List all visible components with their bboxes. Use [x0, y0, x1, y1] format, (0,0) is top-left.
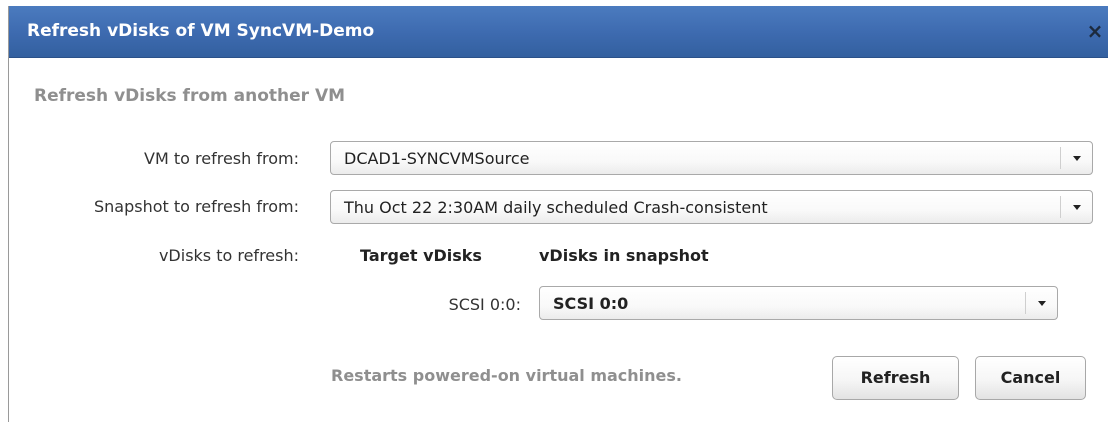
snapshot-label: Snapshot to refresh from: [94, 197, 299, 216]
disk-row-target: SCSI 0:0: [448, 295, 521, 314]
close-icon[interactable]: × [1085, 20, 1105, 42]
vdisks-in-snapshot-header: vDisks in snapshot [539, 246, 709, 265]
snapshot-select-value: Thu Oct 22 2:30AM daily scheduled Crash-… [344, 198, 768, 217]
restart-note: Restarts powered-on virtual machines. [331, 366, 683, 385]
refresh-button[interactable]: Refresh [832, 356, 959, 400]
target-vdisks-header: Target vDisks [360, 246, 482, 265]
section-heading: Refresh vDisks from another VM [34, 86, 346, 106]
chevron-down-icon [1073, 205, 1081, 210]
vdisks-label: vDisks to refresh: [158, 246, 299, 265]
snapshot-select-arrow-box [1060, 196, 1092, 218]
cancel-button[interactable]: Cancel [975, 356, 1086, 400]
disk-row-snapshot-select[interactable]: SCSI 0:0 [539, 286, 1058, 320]
dialog-title: Refresh vDisks of VM SyncVM-Demo [27, 21, 375, 41]
disk-row-arrow-box [1025, 292, 1057, 314]
chevron-down-icon [1073, 156, 1081, 161]
vm-select-value: DCAD1-SYNCVMSource [344, 149, 530, 168]
chevron-down-icon [1038, 301, 1046, 306]
dialog-titlebar: Refresh vDisks of VM SyncVM-Demo × [9, 6, 1108, 58]
vm-select[interactable]: DCAD1-SYNCVMSource [330, 141, 1093, 175]
vm-select-arrow-box [1060, 147, 1092, 169]
disk-row-snapshot-value: SCSI 0:0 [553, 294, 629, 313]
vm-label: VM to refresh from: [144, 149, 299, 168]
refresh-vdisks-dialog: Refresh vDisks of VM SyncVM-Demo × Refre… [8, 6, 1108, 422]
snapshot-select[interactable]: Thu Oct 22 2:30AM daily scheduled Crash-… [330, 190, 1093, 224]
